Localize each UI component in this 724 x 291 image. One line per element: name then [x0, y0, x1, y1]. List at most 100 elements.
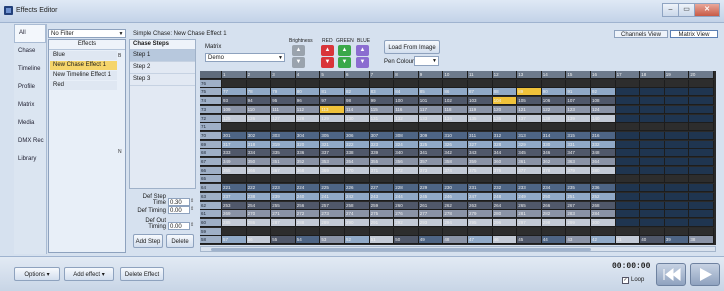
grid-cell[interactable]	[369, 123, 395, 132]
grid-cell[interactable]	[640, 166, 665, 175]
grid-cell[interactable]	[640, 158, 665, 166]
grid-cell[interactable]	[664, 79, 690, 88]
grid-cell[interactable]	[541, 123, 567, 132]
grid-cell[interactable]	[394, 227, 419, 236]
grid-cell[interactable]	[664, 218, 690, 227]
grid-cell[interactable]: 233	[517, 184, 542, 193]
grid-cell[interactable]	[689, 166, 714, 175]
nav-item-timeline[interactable]: Timeline	[14, 61, 46, 79]
grid-cell[interactable]: 353	[320, 158, 345, 166]
grid-cell[interactable]: 299	[566, 218, 591, 227]
grid-cell[interactable]: 262	[443, 201, 468, 210]
grid-cell[interactable]: 92	[591, 88, 616, 97]
grid-cell[interactable]: 86	[443, 88, 468, 97]
grid-cell[interactable]: 287	[271, 218, 296, 227]
grid-cell[interactable]: 304	[295, 131, 321, 140]
grid-cell[interactable]: 358	[443, 158, 468, 166]
grid-cell[interactable]	[640, 123, 665, 132]
grid-cell[interactable]	[640, 192, 665, 201]
grid-cell[interactable]: 255	[271, 201, 296, 210]
grid-cell[interactable]: 91	[566, 88, 591, 97]
grid-cell[interactable]: 334	[246, 149, 272, 158]
grid-cell[interactable]: 94	[246, 97, 272, 106]
nav-item-matrix[interactable]: Matrix	[14, 97, 46, 115]
grid-cell[interactable]: 290	[345, 218, 370, 227]
grid-cell[interactable]: 132	[394, 114, 419, 123]
grid-cell[interactable]: 280	[492, 210, 518, 219]
grid-cell[interactable]	[369, 175, 395, 184]
grid-cell[interactable]	[271, 123, 296, 132]
grid-cell[interactable]	[541, 175, 567, 184]
effect-list-item[interactable]: New Timeline Effect 1	[50, 71, 117, 80]
grid-cell[interactable]: 352	[295, 158, 321, 166]
grid-cell[interactable]: 291	[369, 218, 395, 227]
grid-cell[interactable]: 46	[492, 236, 518, 245]
nav-item-dmx-rec[interactable]: DMX Rec	[14, 133, 46, 151]
play-button[interactable]	[690, 263, 720, 286]
grid-cell[interactable]	[664, 166, 690, 175]
grid-cell[interactable]	[320, 123, 345, 132]
grid-cell[interactable]: 266	[541, 201, 567, 210]
grid-cell[interactable]: 347	[566, 149, 591, 158]
grid-cell[interactable]: 298	[541, 218, 567, 227]
grid-cell[interactable]: 140	[591, 114, 616, 123]
grid-cell[interactable]	[541, 79, 567, 88]
grid-cell[interactable]	[664, 105, 690, 114]
matrix-select[interactable]: Demo ▼	[205, 53, 285, 62]
grid-cell[interactable]	[615, 192, 641, 201]
grid-cell[interactable]	[541, 227, 567, 236]
grid-cell[interactable]: 49	[418, 236, 444, 245]
grid-cell[interactable]: 305	[320, 131, 345, 140]
rewind-button[interactable]	[656, 263, 686, 286]
grid-cell[interactable]	[664, 88, 690, 97]
grid-cell[interactable]: 348	[591, 149, 616, 158]
grid-cell[interactable]: 330	[541, 140, 567, 149]
grid-cell[interactable]	[345, 175, 370, 184]
grid-cell[interactable]: 370	[345, 166, 370, 175]
grid-cell[interactable]: 111	[271, 105, 296, 114]
grid-cell[interactable]	[246, 123, 272, 132]
grid-cell[interactable]	[664, 210, 690, 219]
grid-cell[interactable]	[689, 201, 714, 210]
grid-cell[interactable]: 109	[222, 105, 247, 114]
grid-cell[interactable]: 242	[345, 192, 370, 201]
grid-cell[interactable]	[468, 79, 493, 88]
red-up-button[interactable]: ▲	[321, 45, 334, 56]
grid-cell[interactable]: 119	[468, 105, 493, 114]
grid-cell[interactable]: 43	[566, 236, 591, 245]
chase-step-item[interactable]: Step 3	[130, 74, 195, 86]
blue-down-button[interactable]: ▼	[356, 57, 369, 68]
grid-cell[interactable]: 87	[468, 88, 493, 97]
grid-cell[interactable]: 313	[517, 131, 542, 140]
grid-cell[interactable]: 294	[443, 218, 468, 227]
grid-cell[interactable]	[320, 175, 345, 184]
channels-view-tab[interactable]: Channels View	[614, 30, 668, 38]
def-timing-input[interactable]: 0.00	[168, 206, 190, 214]
grid-cell[interactable]	[591, 175, 616, 184]
grid-cell[interactable]	[689, 149, 714, 158]
grid-cell[interactable]	[492, 79, 518, 88]
grid-cell[interactable]: 80	[295, 88, 321, 97]
grid-cell[interactable]	[271, 227, 296, 236]
grid-cell[interactable]: 366	[246, 166, 272, 175]
chevron-down-icon[interactable]: ▼	[117, 30, 125, 37]
grid-cell[interactable]	[394, 79, 419, 88]
grid-cell[interactable]: 335	[271, 149, 296, 158]
grid-cell[interactable]	[615, 218, 641, 227]
maximize-icon[interactable]: ▭	[678, 3, 695, 17]
grid-cell[interactable]: 364	[591, 158, 616, 166]
grid-cell[interactable]: 257	[320, 201, 345, 210]
grid-cell[interactable]: 122	[541, 105, 567, 114]
grid-cell[interactable]: 84	[394, 88, 419, 97]
grid-cell[interactable]: 229	[418, 184, 444, 193]
grid-cell[interactable]	[246, 79, 272, 88]
grid-cell[interactable]: 231	[468, 184, 493, 193]
green-down-button[interactable]: ▼	[338, 57, 351, 68]
grid-cell[interactable]: 371	[369, 166, 395, 175]
loop-checkbox[interactable]: ✓ Loop	[622, 277, 644, 284]
grid-cell[interactable]: 247	[468, 192, 493, 201]
grid-cell[interactable]: 56	[246, 236, 272, 245]
grid-cell[interactable]: 248	[492, 192, 518, 201]
grid-cell[interactable]: 311	[468, 131, 493, 140]
grid-cell[interactable]: 243	[369, 192, 395, 201]
